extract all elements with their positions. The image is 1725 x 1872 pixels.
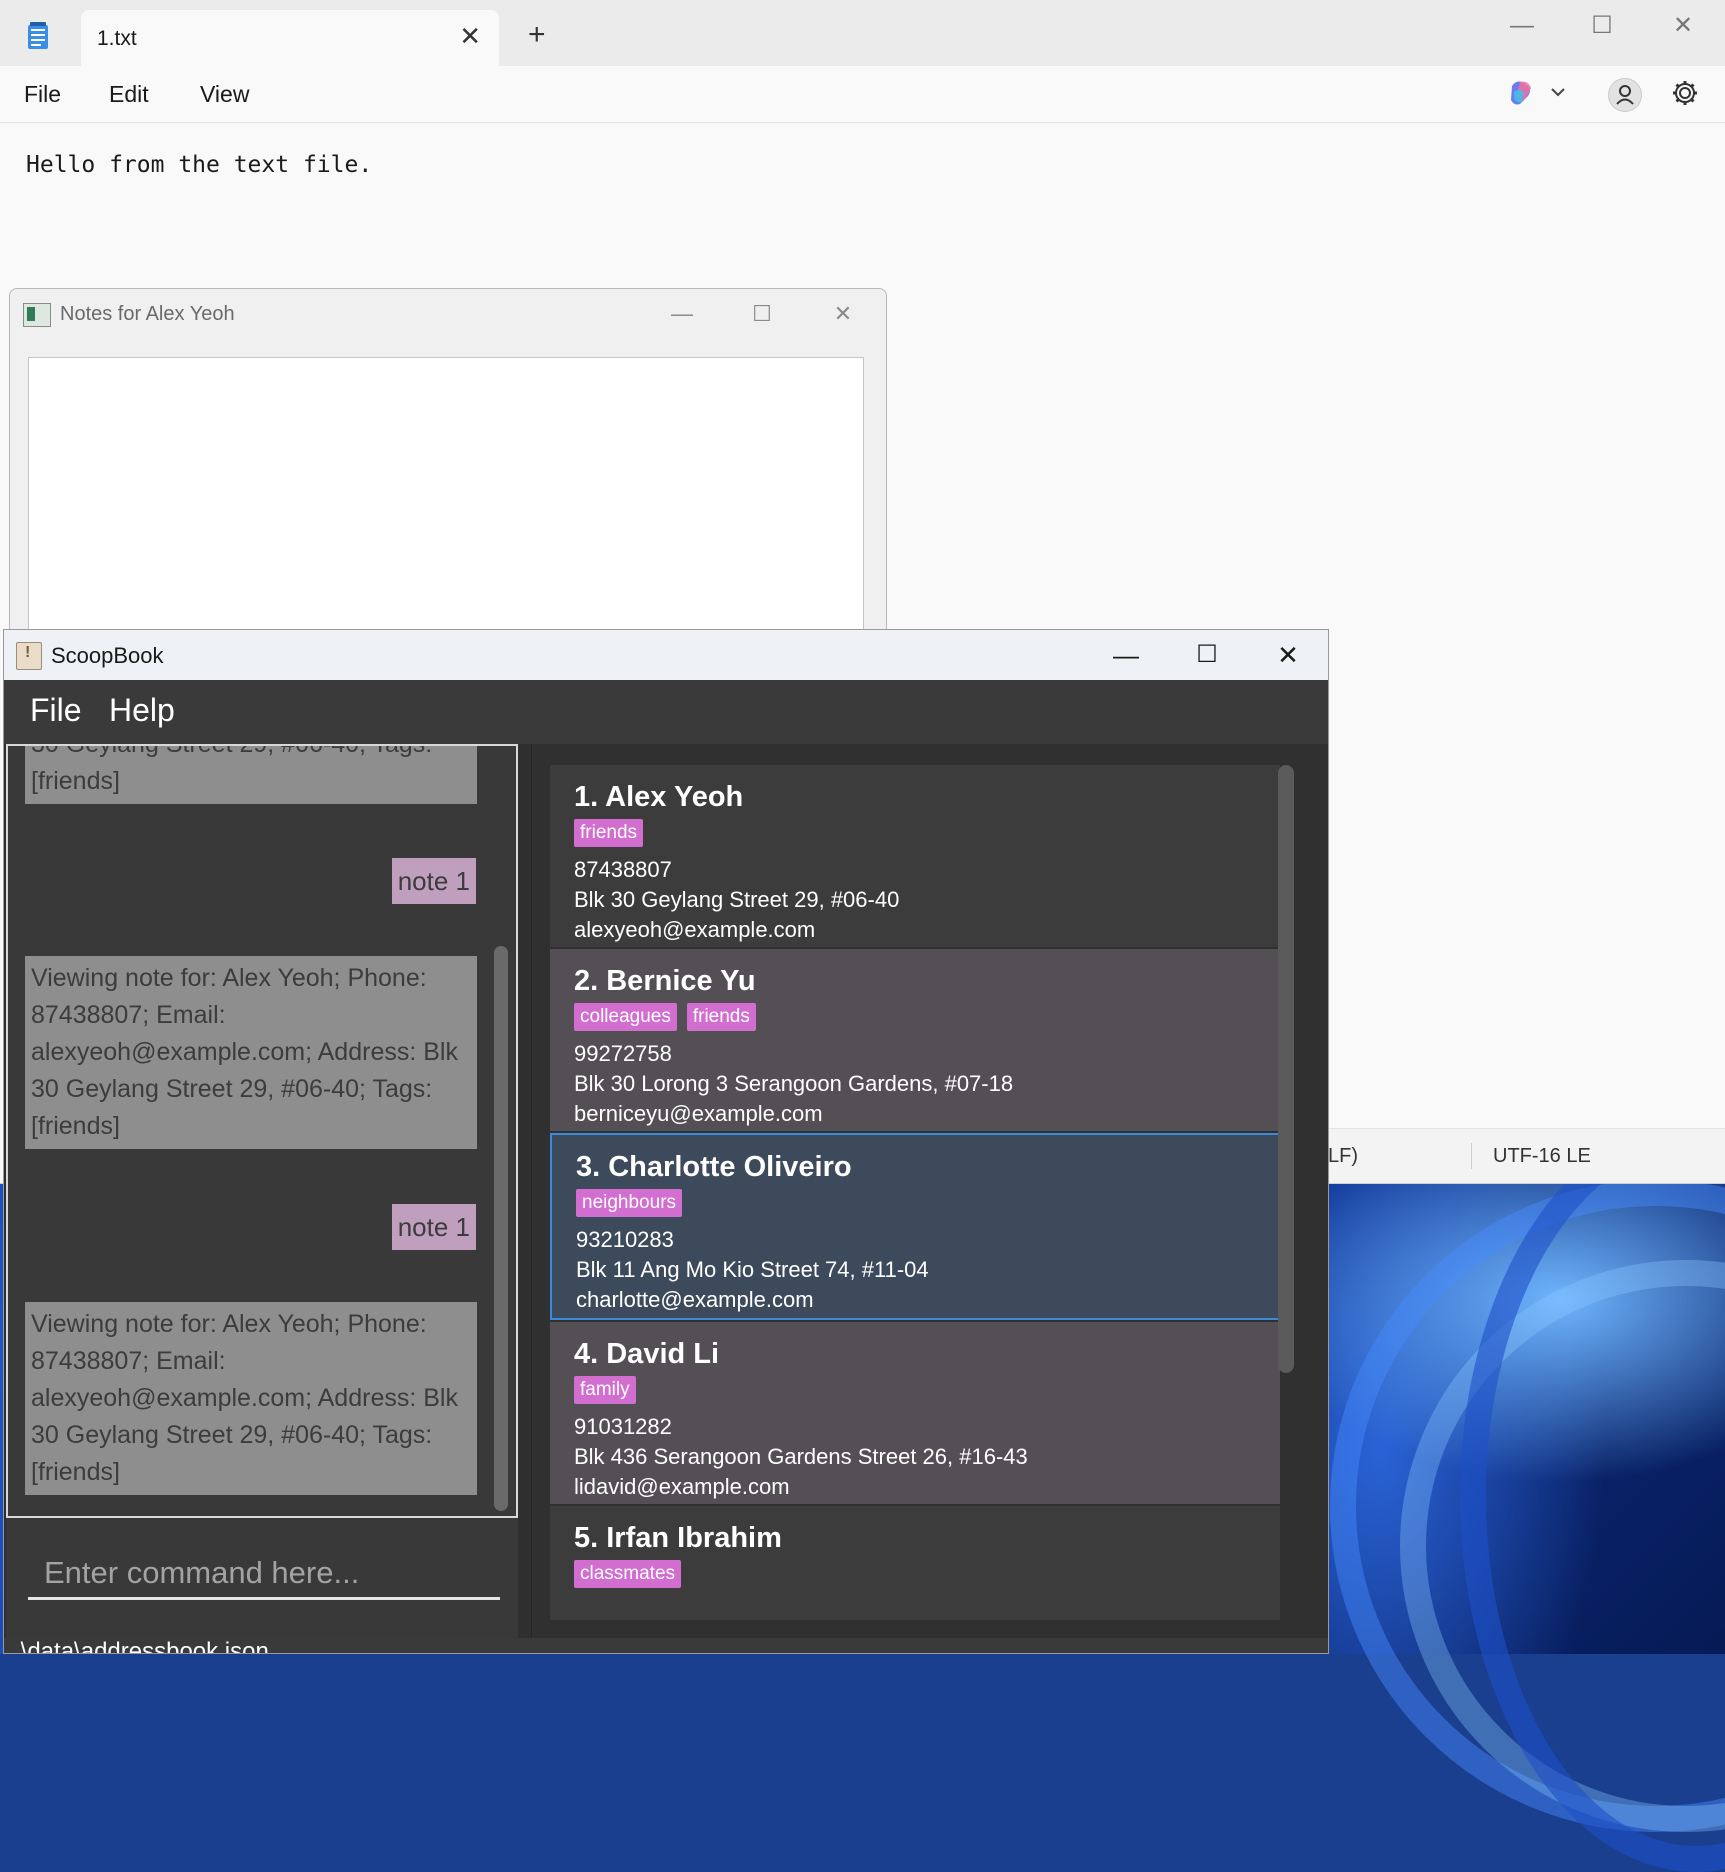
- person-tags: family: [574, 1376, 1256, 1412]
- scoopbook-menubar: File Help: [4, 680, 1328, 744]
- command-box: [6, 1518, 518, 1638]
- person-name: 4. David Li: [574, 1338, 720, 1370]
- close-window-icon[interactable]: ✕: [1663, 8, 1703, 44]
- person-address: Blk 30 Lorong 3 Serangoon Gardens, #07-1…: [574, 1071, 1014, 1096]
- menu-file[interactable]: File: [24, 81, 61, 108]
- menu-view[interactable]: View: [200, 81, 249, 108]
- person-phone: 87438807: [574, 857, 672, 882]
- person-card[interactable]: 2. Bernice Yu colleagues friends 99272758…: [550, 949, 1280, 1131]
- person-phone: 91031282: [574, 1414, 672, 1439]
- result-display[interactable]: 30 Geylang Street 29, #06-40; Tags: [fri…: [6, 744, 518, 1518]
- menu-edit[interactable]: Edit: [109, 81, 149, 108]
- encoding-status: UTF-16 LE: [1493, 1145, 1591, 1167]
- notepad-titlebar: 1.txt ✕ + — ☐ ✕: [0, 0, 1725, 66]
- result-message: 30 Geylang Street 29, #06-40; Tags: [fri…: [25, 746, 477, 804]
- person-card-selected[interactable]: 3. Charlotte Oliveiro neighbours 9321028…: [550, 1133, 1280, 1320]
- tag-badge: family: [574, 1376, 636, 1404]
- notepad-statusbar: LF) UTF-16 LE: [1328, 1128, 1725, 1183]
- new-tab-icon[interactable]: +: [528, 20, 546, 50]
- notes-app-icon: [23, 303, 51, 327]
- notes-window-title: Notes for Alex Yeoh: [60, 303, 235, 325]
- status-divider: [1471, 1143, 1472, 1169]
- minimize-icon[interactable]: —: [662, 299, 702, 329]
- command-input[interactable]: [28, 1548, 500, 1600]
- scoopbook-app-icon: [16, 642, 42, 670]
- line-ending-status: LF): [1328, 1145, 1358, 1167]
- left-panel: 30 Geylang Street 29, #06-40; Tags: [fri…: [6, 744, 518, 1638]
- person-address: Blk 30 Geylang Street 29, #06-40: [574, 887, 900, 912]
- account-avatar-icon[interactable]: [1608, 78, 1642, 112]
- person-name: 5. Irfan Ibrahim: [574, 1522, 782, 1554]
- tag-badge: colleagues: [574, 1003, 677, 1031]
- tab-1-txt[interactable]: 1.txt ✕: [81, 10, 499, 66]
- notepad-text-content[interactable]: Hello from the text file.: [26, 152, 372, 178]
- notepad-app-icon: [28, 22, 48, 49]
- scoopbook-window: ScoopBook — ☐ ✕ File Help 30 Geylang Str…: [3, 629, 1329, 1654]
- result-scrollbar[interactable]: [494, 946, 508, 1511]
- person-name: 2. Bernice Yu: [574, 965, 756, 997]
- person-address: Blk 11 Ang Mo Kio Street 74, #11-04: [576, 1257, 929, 1282]
- person-email: lidavid@example.com: [574, 1474, 790, 1499]
- person-card[interactable]: 1. Alex Yeoh friends 87438807 Blk 30 Gey…: [550, 765, 1280, 947]
- person-card[interactable]: 5. Irfan Ibrahim classmates: [550, 1506, 1280, 1620]
- tab-title: 1.txt: [97, 27, 137, 50]
- person-address: Blk 436 Serangoon Gardens Street 26, #16…: [574, 1444, 1028, 1469]
- tag-badge: friends: [574, 819, 644, 847]
- menu-file[interactable]: File: [30, 692, 82, 729]
- command-history-item: note 1: [391, 858, 476, 904]
- person-tags: neighbours: [576, 1189, 1254, 1225]
- save-location-path: .\data\addressbook.json: [14, 1638, 269, 1654]
- minimize-icon[interactable]: —: [1502, 8, 1542, 44]
- maximize-icon[interactable]: ☐: [1582, 8, 1622, 44]
- command-history-item: note 1: [391, 1204, 476, 1250]
- person-phone: 99272758: [574, 1041, 672, 1066]
- person-list: 1. Alex Yeoh friends 87438807 Blk 30 Gey…: [531, 744, 1328, 1638]
- person-tags: friends: [574, 819, 1256, 855]
- person-tags: colleagues friends: [574, 1003, 1256, 1039]
- person-email: berniceyu@example.com: [574, 1101, 823, 1126]
- tag-badge: neighbours: [576, 1189, 683, 1217]
- person-email: alexyeoh@example.com: [574, 917, 816, 942]
- maximize-icon[interactable]: ☐: [1185, 638, 1229, 672]
- gear-icon[interactable]: [1670, 78, 1700, 108]
- menu-help[interactable]: Help: [109, 692, 175, 729]
- chevron-down-icon[interactable]: [1548, 80, 1568, 104]
- person-phone: 93210283: [576, 1227, 674, 1252]
- status-bar: .\data\addressbook.json: [4, 1638, 1328, 1654]
- copilot-icon[interactable]: [1506, 78, 1536, 108]
- person-tags: classmates: [574, 1560, 1256, 1596]
- notes-titlebar: Notes for Alex Yeoh — ☐ ✕: [10, 289, 886, 339]
- notepad-menubar: File Edit View: [0, 66, 1725, 123]
- close-window-icon[interactable]: ✕: [823, 299, 863, 329]
- person-list-scrollbar[interactable]: [1278, 765, 1294, 1373]
- person-email: charlotte@example.com: [576, 1287, 814, 1312]
- maximize-icon[interactable]: ☐: [742, 299, 782, 329]
- person-name: 1. Alex Yeoh: [574, 781, 744, 813]
- close-window-icon[interactable]: ✕: [1266, 638, 1310, 672]
- result-message: Viewing note for: Alex Yeoh; Phone: 8743…: [25, 956, 477, 1149]
- tag-badge: classmates: [574, 1560, 682, 1588]
- minimize-icon[interactable]: —: [1104, 638, 1148, 672]
- result-message: Viewing note for: Alex Yeoh; Phone: 8743…: [25, 1302, 477, 1495]
- tag-badge: friends: [686, 1003, 756, 1031]
- person-card[interactable]: 4. David Li family 91031282 Blk 436 Sera…: [550, 1322, 1280, 1504]
- scoopbook-titlebar: ScoopBook — ☐ ✕: [4, 630, 1328, 680]
- scoopbook-window-title: ScoopBook: [51, 643, 164, 668]
- close-tab-icon[interactable]: ✕: [459, 22, 481, 50]
- person-name: 3. Charlotte Oliveiro: [576, 1151, 852, 1183]
